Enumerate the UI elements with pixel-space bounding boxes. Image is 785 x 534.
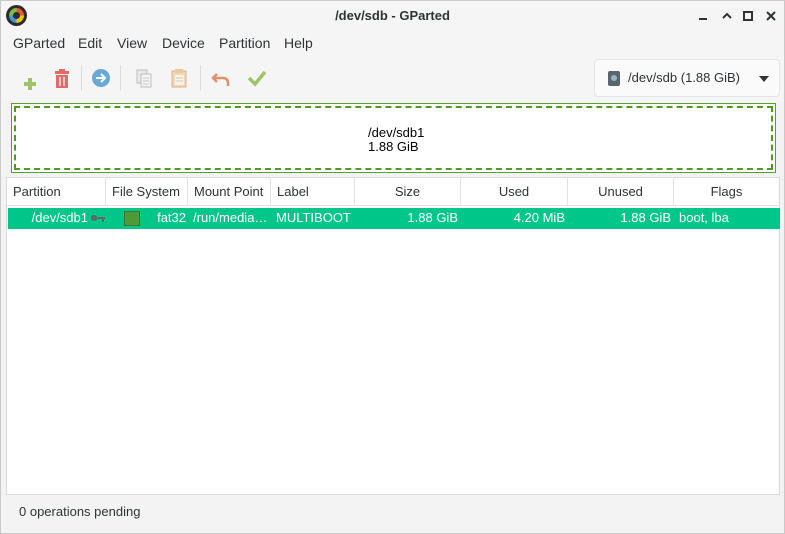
- menu-edit[interactable]: Edit: [78, 35, 102, 51]
- minimize-icon: [699, 18, 707, 20]
- menu-device[interactable]: Device: [162, 35, 205, 51]
- maximize-icon: [743, 11, 753, 21]
- disk-map: /dev/sdb1 1.88 GiB: [11, 103, 776, 173]
- cell-mount-point: /run/media…: [193, 210, 268, 225]
- apply-button[interactable]: [244, 65, 270, 91]
- table-row[interactable]: /dev/sdb1 fat32 /run/media… MULTIBOOT 1.…: [8, 208, 780, 229]
- column-header-size[interactable]: Size: [355, 178, 461, 206]
- close-button[interactable]: [761, 6, 781, 26]
- copy-button[interactable]: [131, 65, 157, 91]
- menu-view[interactable]: View: [117, 35, 147, 51]
- column-header-used[interactable]: Used: [461, 178, 568, 206]
- toolbar-separator: [200, 65, 201, 91]
- paste-icon: [171, 69, 187, 88]
- restore-button[interactable]: [717, 6, 737, 26]
- plus-icon: [24, 78, 36, 90]
- paste-button[interactable]: [166, 65, 192, 91]
- new-partition-button[interactable]: [16, 65, 42, 91]
- column-header-label[interactable]: Label: [271, 178, 355, 206]
- resize-move-button[interactable]: [88, 65, 114, 91]
- disk-map-partition-size: 1.88 GiB: [368, 139, 419, 154]
- disk-map-partition-sdb1[interactable]: /dev/sdb1 1.88 GiB: [14, 106, 773, 170]
- menu-bar: GParted Edit View Device Partition Help: [1, 31, 784, 55]
- delete-partition-button[interactable]: [49, 65, 75, 91]
- column-header-file-system[interactable]: File System: [106, 178, 188, 206]
- cell-partition: /dev/sdb1: [31, 210, 88, 225]
- column-header-partition[interactable]: Partition: [7, 178, 106, 206]
- title-bar[interactable]: /dev/sdb - GParted: [1, 1, 784, 31]
- minimize-button[interactable]: [693, 6, 713, 26]
- menu-help[interactable]: Help: [284, 35, 313, 51]
- copy-icon: [136, 69, 152, 88]
- device-selector-label: /dev/sdb (1.88 GiB): [628, 70, 740, 85]
- status-bar: 0 operations pending: [1, 497, 784, 533]
- arrow-right-circle-icon: [92, 69, 110, 87]
- window-title: /dev/sdb - GParted: [335, 8, 450, 23]
- toolbar-separator: [120, 65, 121, 91]
- table-header: Partition File System Mount Point Label …: [7, 178, 779, 206]
- trash-icon: [55, 69, 69, 88]
- gparted-window: /dev/sdb - GParted GParted Edit View Dev…: [0, 0, 785, 534]
- close-icon: [766, 11, 776, 21]
- cell-flags: boot, lba: [679, 210, 729, 225]
- key-icon: [90, 212, 106, 224]
- column-header-mount-point[interactable]: Mount Point: [188, 178, 271, 206]
- partition-table: Partition File System Mount Point Label …: [6, 177, 780, 495]
- column-header-flags[interactable]: Flags: [674, 178, 779, 206]
- cell-used: 4.20 MiB: [513, 210, 565, 225]
- cell-size: 1.88 GiB: [407, 210, 458, 225]
- restore-icon: [722, 12, 732, 19]
- toolbar-separator: [81, 65, 82, 91]
- filesystem-color-swatch: [124, 211, 140, 226]
- device-selector[interactable]: /dev/sdb (1.88 GiB): [594, 59, 780, 97]
- maximize-button[interactable]: [738, 6, 758, 26]
- undo-button[interactable]: [208, 65, 234, 91]
- menu-gparted[interactable]: GParted: [13, 35, 65, 51]
- cell-label: MULTIBOOT: [276, 210, 351, 225]
- operations-pending-status: 0 operations pending: [19, 504, 141, 519]
- chevron-down-icon: [759, 76, 769, 82]
- disk-icon: [608, 71, 620, 86]
- disk-map-partition-name: /dev/sdb1: [368, 125, 425, 140]
- column-header-unused[interactable]: Unused: [568, 178, 674, 206]
- menu-partition[interactable]: Partition: [219, 35, 270, 51]
- cell-unused: 1.88 GiB: [620, 210, 671, 225]
- cell-filesystem: fat32: [157, 210, 186, 225]
- undo-icon: [211, 73, 230, 86]
- checkmark-icon: [247, 70, 267, 87]
